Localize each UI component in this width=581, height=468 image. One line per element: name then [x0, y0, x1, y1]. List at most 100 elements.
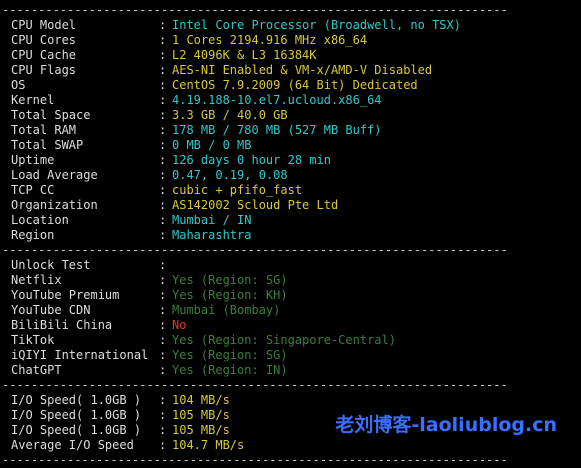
info-row-separator: : — [159, 168, 167, 182]
info-row-value: AS142002 Scloud Pte Ltd — [172, 198, 339, 212]
info-row-separator: : — [159, 18, 167, 32]
unlock-row-separator: : — [159, 333, 167, 347]
info-row: OS: CentOS 7.9.2009 (64 Bit) Dedicated — [0, 78, 581, 93]
info-row-label: CPU Flags — [11, 63, 77, 77]
info-row-separator: : — [159, 48, 167, 62]
info-row-label: CPU Cache — [11, 48, 77, 62]
unlock-row: ChatGPT: Yes (Region: IN) — [0, 363, 581, 378]
info-row: Total Space:3.3 GB / 40.0 GB — [0, 108, 581, 123]
unlock-row-value: Yes (Region: KH) — [172, 288, 288, 302]
info-row-value: 3.3 GB / 40.0 GB — [172, 108, 288, 122]
info-row-separator: : — [159, 198, 167, 212]
info-row-value: Maharashtra — [172, 228, 252, 242]
io-row-value: 105 MB/s — [172, 423, 230, 437]
info-row-value: 0 MB / 0 MB — [172, 138, 252, 152]
unlock-row-label: Netflix — [11, 273, 62, 287]
unlock-row-value: Yes (Region: IN) — [172, 363, 288, 377]
unlock-row: BiliBili China: No — [0, 318, 581, 333]
unlock-row-separator: : — [159, 303, 167, 317]
system-info-section: CPU Model: Intel Core Processor (Broadwel… — [0, 18, 581, 243]
unlock-row-label: iQIYI International — [11, 348, 149, 362]
unlock-row-value: Yes (Region: Singapore-Central) — [172, 333, 396, 347]
info-row-separator: : — [159, 63, 167, 77]
info-row-label: OS — [11, 78, 26, 92]
unlock-row-value: Yes (Region: SG) — [172, 273, 288, 287]
unlock-test-section: Unlock Test: Netflix: Yes (Region: SG) YouT… — [0, 258, 581, 378]
info-row-value: 0.47, 0.19, 0.08 — [172, 168, 288, 182]
unlock-row-separator: : — [159, 288, 167, 302]
unlock-row-label: TikTok — [11, 333, 55, 347]
unlock-row-separator: : — [159, 273, 167, 287]
info-row: Total SWAP:0 MB / 0 MB — [0, 138, 581, 153]
io-row-separator: : — [159, 423, 167, 437]
info-row-separator: : — [159, 123, 167, 137]
divider-top: ----------------------------------------… — [2, 3, 508, 17]
terminal-window: ----------------------------------------… — [0, 0, 581, 467]
unlock-row-separator: : — [159, 318, 167, 332]
info-row: Location: Mumbai / IN — [0, 213, 581, 228]
unlock-row: YouTube CDN: Mumbai (Bombay) — [0, 303, 581, 318]
info-row-label: CPU Model — [11, 18, 77, 32]
info-row-label: Kernel — [11, 93, 55, 107]
info-row-label: Total SWAP — [11, 138, 84, 152]
divider-bottom: ----------------------------------------… — [2, 453, 508, 467]
io-row-label: Average I/O Speed — [11, 438, 134, 452]
info-row-value: Mumbai / IN — [172, 213, 252, 227]
unlock-row-separator: : — [159, 348, 167, 362]
info-row-separator: : — [159, 138, 167, 152]
info-row-separator: : — [159, 93, 167, 107]
info-row-label: Total RAM — [11, 123, 77, 137]
unlock-row: Unlock Test: — [0, 258, 581, 273]
unlock-row-label: YouTube Premium — [11, 288, 120, 302]
info-row-label: Total Space — [11, 108, 91, 122]
unlock-row: Netflix: Yes (Region: SG) — [0, 273, 581, 288]
info-row-value: AES-NI Enabled & VM-x/AMD-V Disabled — [172, 63, 433, 77]
info-row-label: Organization — [11, 198, 98, 212]
info-row-separator: : — [159, 213, 167, 227]
info-row-separator: : — [159, 153, 167, 167]
io-row-label: I/O Speed( 1.0GB ) — [11, 408, 142, 422]
watermark-text: 老刘博客-laoliublog.cn — [335, 414, 557, 436]
unlock-row-label: BiliBili China — [11, 318, 113, 332]
info-row-label: TCP CC — [11, 183, 55, 197]
info-row: Load Average:0.47, 0.19, 0.08 — [0, 168, 581, 183]
unlock-row-separator: : — [159, 258, 167, 272]
info-row-value: 1 Cores 2194.916 MHz x86_64 — [172, 33, 368, 47]
info-row: Region: Maharashtra — [0, 228, 581, 243]
info-row-value: CentOS 7.9.2009 (64 Bit) Dedicated — [172, 78, 418, 92]
unlock-row-value: Mumbai (Bombay) — [172, 303, 281, 317]
io-row-value: 104.7 MB/s — [172, 438, 245, 452]
unlock-row-label: Unlock Test — [11, 258, 91, 272]
info-row-label: Load Average — [11, 168, 98, 182]
unlock-row: YouTube Premium: Yes (Region: KH) — [0, 288, 581, 303]
io-row: Average I/O Speed:104.7 MB/s — [0, 438, 581, 453]
info-row-separator: : — [159, 183, 167, 197]
unlock-row-separator: : — [159, 363, 167, 377]
info-row: TCP CC: cubic + pfifo_fast — [0, 183, 581, 198]
info-row-label: Region — [11, 228, 55, 242]
info-row: Uptime:126 days 0 hour 28 min — [0, 153, 581, 168]
info-row-separator: : — [159, 33, 167, 47]
io-row-label: I/O Speed( 1.0GB ) — [11, 393, 142, 407]
io-row: I/O Speed( 1.0GB ):104 MB/s — [0, 393, 581, 408]
info-row: CPU Flags: AES-NI Enabled & VM-x/AMD-V Di… — [0, 63, 581, 78]
info-row-value: L2 4096K & L3 16384K — [172, 48, 317, 62]
info-row: Kernel:4.19.188-10.el7.ucloud.x86_64 — [0, 93, 581, 108]
info-row-value: 126 days 0 hour 28 min — [172, 153, 331, 167]
divider-middle: ----------------------------------------… — [2, 243, 508, 257]
unlock-row-value: No — [172, 318, 187, 332]
unlock-row-label: YouTube CDN — [11, 303, 91, 317]
io-row-separator: : — [159, 438, 167, 452]
info-row-label: CPU Cores — [11, 33, 77, 47]
info-row-separator: : — [159, 108, 167, 122]
unlock-row: TikTok: Yes (Region: Singapore-Central) — [0, 333, 581, 348]
info-row-value: Intel Core Processor (Broadwell, no TSX) — [172, 18, 461, 32]
info-row: CPU Cores:1 Cores 2194.916 MHz x86_64 — [0, 33, 581, 48]
info-row-value: 178 MB / 780 MB (527 MB Buff) — [172, 123, 382, 137]
divider-io: ----------------------------------------… — [2, 378, 508, 392]
info-row: Total RAM:178 MB / 780 MB (527 MB Buff) — [0, 123, 581, 138]
info-row-label: Uptime — [11, 153, 55, 167]
info-row: CPU Model: Intel Core Processor (Broadwel… — [0, 18, 581, 33]
io-row-separator: : — [159, 408, 167, 422]
io-row-value: 104 MB/s — [172, 393, 230, 407]
